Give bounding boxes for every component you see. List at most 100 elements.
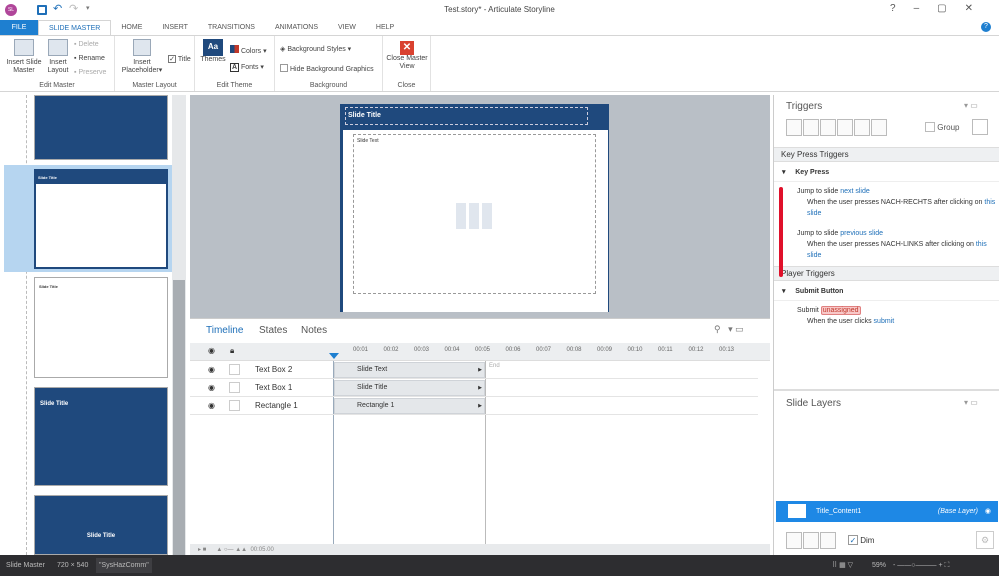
group-edit-master: Insert Slide Master Insert Layout ▪ Dele… (0, 36, 115, 91)
group-close: ✕ Close Master View Close (383, 36, 431, 91)
trigger-item[interactable]: Submit unassigned When the user clicks s… (797, 305, 997, 327)
rename-button[interactable]: ▪ Rename (74, 55, 105, 63)
colors-button[interactable]: Colors ▾ (230, 45, 267, 56)
time-ruler: 00:01 00:02 00:03 00:04 00:05 00:06 00:07 00:08… (353, 347, 773, 353)
move-trigger-icon[interactable] (871, 119, 887, 136)
group-checkbox[interactable]: Group (925, 122, 959, 132)
thumbnail-layout-2[interactable]: Slide Title (34, 277, 168, 378)
close-master-view-button[interactable]: ✕ Close Master View (386, 41, 428, 71)
lock-toggle[interactable] (229, 400, 240, 411)
help-icon[interactable]: ? (981, 22, 991, 32)
thumbnail-layout-1[interactable]: Slide Title (34, 169, 168, 269)
trigger-condition: When the user presses NACH-LINKS after c… (807, 241, 974, 248)
duplicate-layer-icon[interactable] (803, 532, 819, 549)
timeline-bar[interactable]: Slide Text ▶ (334, 362, 485, 378)
background-styles-button[interactable]: ◈ Background Styles ▾ (280, 46, 351, 54)
gear-icon[interactable]: ⚙ (976, 531, 994, 549)
new-layer-icon[interactable] (786, 532, 802, 549)
tab-notes[interactable]: Notes (301, 325, 327, 336)
play-controls[interactable]: ▸ ■ (198, 547, 206, 553)
copy-trigger-icon[interactable] (820, 119, 836, 136)
visibility-icon[interactable]: ◉ (208, 401, 215, 410)
insert-slide-master-button[interactable]: Insert Slide Master (6, 39, 42, 75)
slide[interactable]: Slide Title Slide Text (340, 104, 609, 312)
title-checkbox[interactable]: ✓ Title (168, 55, 191, 64)
panel-divider[interactable] (774, 389, 999, 391)
insert-layout-button[interactable]: Insert Layout (46, 39, 70, 75)
hierarchy-guide (26, 95, 27, 555)
layer-item-base[interactable]: Title_Content1 (Base Layer) ◉ (776, 501, 998, 522)
thumbnail-master[interactable] (34, 95, 168, 160)
text-placeholder[interactable]: Slide Text (353, 134, 596, 294)
title-placeholder[interactable]: Slide Title (345, 107, 588, 125)
submit-button-group[interactable]: ▾ Submit Button (774, 284, 999, 301)
zoom-slider[interactable]: - ——○——— + ⛶ (893, 555, 949, 576)
themes-button[interactable]: Aa Themes (200, 39, 226, 64)
window-controls[interactable]: ?–▢✕ (890, 3, 991, 14)
tick-label: 00:08 (566, 347, 582, 353)
timeline-row[interactable]: ◉ Text Box 2 Slide Text ▶ (190, 361, 758, 379)
thumbnail-title: Slide Title (39, 284, 58, 289)
tab-view[interactable]: VIEW (328, 20, 366, 35)
status-theme[interactable]: "SysHazComm" (96, 558, 152, 573)
key-press-group[interactable]: ▾ Key Press (774, 165, 999, 182)
dim-checkbox[interactable]: ✓ Dim (848, 535, 874, 545)
visibility-icon[interactable]: ◉ (208, 383, 215, 392)
tab-slide-master[interactable]: SLIDE MASTER (38, 20, 112, 35)
placeholder-insert-icons[interactable] (456, 203, 494, 229)
view-icons[interactable]: ⠿ ▦ ▽ (832, 555, 853, 576)
new-trigger-icon[interactable] (786, 119, 802, 136)
tick-label: 00:12 (688, 347, 704, 353)
visibility-icon[interactable]: ◉ (208, 365, 215, 374)
trigger-item[interactable]: Jump to slide next slide When the user p… (797, 186, 997, 219)
tab-animations[interactable]: ANIMATIONS (265, 20, 328, 35)
thumbnail-layout-4[interactable]: Slide Title (34, 495, 168, 555)
group-label: Edit Theme (216, 82, 253, 89)
thumbnails-scrollbar[interactable] (172, 95, 186, 555)
key-press-section[interactable]: Key Press Triggers (774, 147, 999, 162)
delete-layer-icon[interactable] (820, 532, 836, 549)
tab-timeline[interactable]: Timeline (206, 325, 243, 336)
tab-insert[interactable]: INSERT (152, 20, 198, 35)
timeline-row[interactable]: ◉ Rectangle 1 Rectangle 1 ▶ (190, 397, 758, 415)
tab-states[interactable]: States (259, 325, 287, 336)
trigger-object[interactable]: submit (874, 318, 895, 325)
trigger-target[interactable]: previous slide (840, 230, 883, 237)
timeline-row[interactable]: ◉ Text Box 1 Slide Title ▶ (190, 379, 758, 397)
group-label: Background (309, 82, 348, 89)
lock-toggle[interactable] (229, 382, 240, 393)
variables-icon[interactable] (972, 119, 988, 135)
timeline-bar[interactable]: Slide Title ▶ (334, 380, 485, 396)
playhead[interactable] (329, 353, 339, 359)
tab-file[interactable]: FILE (0, 20, 38, 35)
bar-label: Rectangle 1 (357, 402, 395, 409)
trigger-target[interactable]: next slide (840, 188, 870, 195)
lock-toggle[interactable] (229, 364, 240, 375)
paste-trigger-icon[interactable] (837, 119, 853, 136)
trigger-condition: When the user presses NACH-RECHTS after … (807, 199, 983, 206)
trigger-target-unassigned[interactable]: unassigned (820, 306, 861, 315)
thumbnail-layout-3[interactable]: Slide Title (34, 387, 168, 486)
timeline-bar[interactable]: Rectangle 1 ▶ (334, 398, 485, 414)
edit-trigger-icon[interactable] (803, 119, 819, 136)
panel-options-icon[interactable]: ⚲ ▾ ▭ (714, 324, 744, 335)
preserve-button[interactable]: ▪ Preserve (74, 69, 106, 77)
tab-transitions[interactable]: TRANSITIONS (198, 20, 265, 35)
slide-text: Slide Text (357, 138, 379, 144)
insert-placeholder-button[interactable]: Insert Placeholder▾ (119, 39, 165, 75)
visibility-icon[interactable]: ◉ (985, 501, 991, 522)
player-triggers-section[interactable]: Player Triggers (774, 266, 999, 281)
base-layer-label: (Base Layer) (937, 508, 978, 515)
panel-options-icon[interactable]: ▾ ▭ (964, 101, 978, 110)
tab-help[interactable]: HELP (366, 20, 404, 35)
delete-button[interactable]: ▪ Delete (74, 41, 99, 49)
tab-home[interactable]: HOME (111, 20, 152, 35)
delete-trigger-icon[interactable] (854, 119, 870, 136)
scroll-thumb[interactable] (173, 280, 185, 555)
zoom-slider[interactable]: ▲ ○— ▲▲ (216, 547, 247, 553)
panel-options-icon[interactable]: ▾ ▭ (964, 398, 978, 407)
hide-background-checkbox[interactable]: Hide Background Graphics (280, 64, 374, 74)
red-annotation-mark (779, 187, 783, 277)
trigger-item[interactable]: Jump to slide previous slide When the us… (797, 228, 997, 261)
fonts-button[interactable]: A Fonts ▾ (230, 63, 264, 72)
